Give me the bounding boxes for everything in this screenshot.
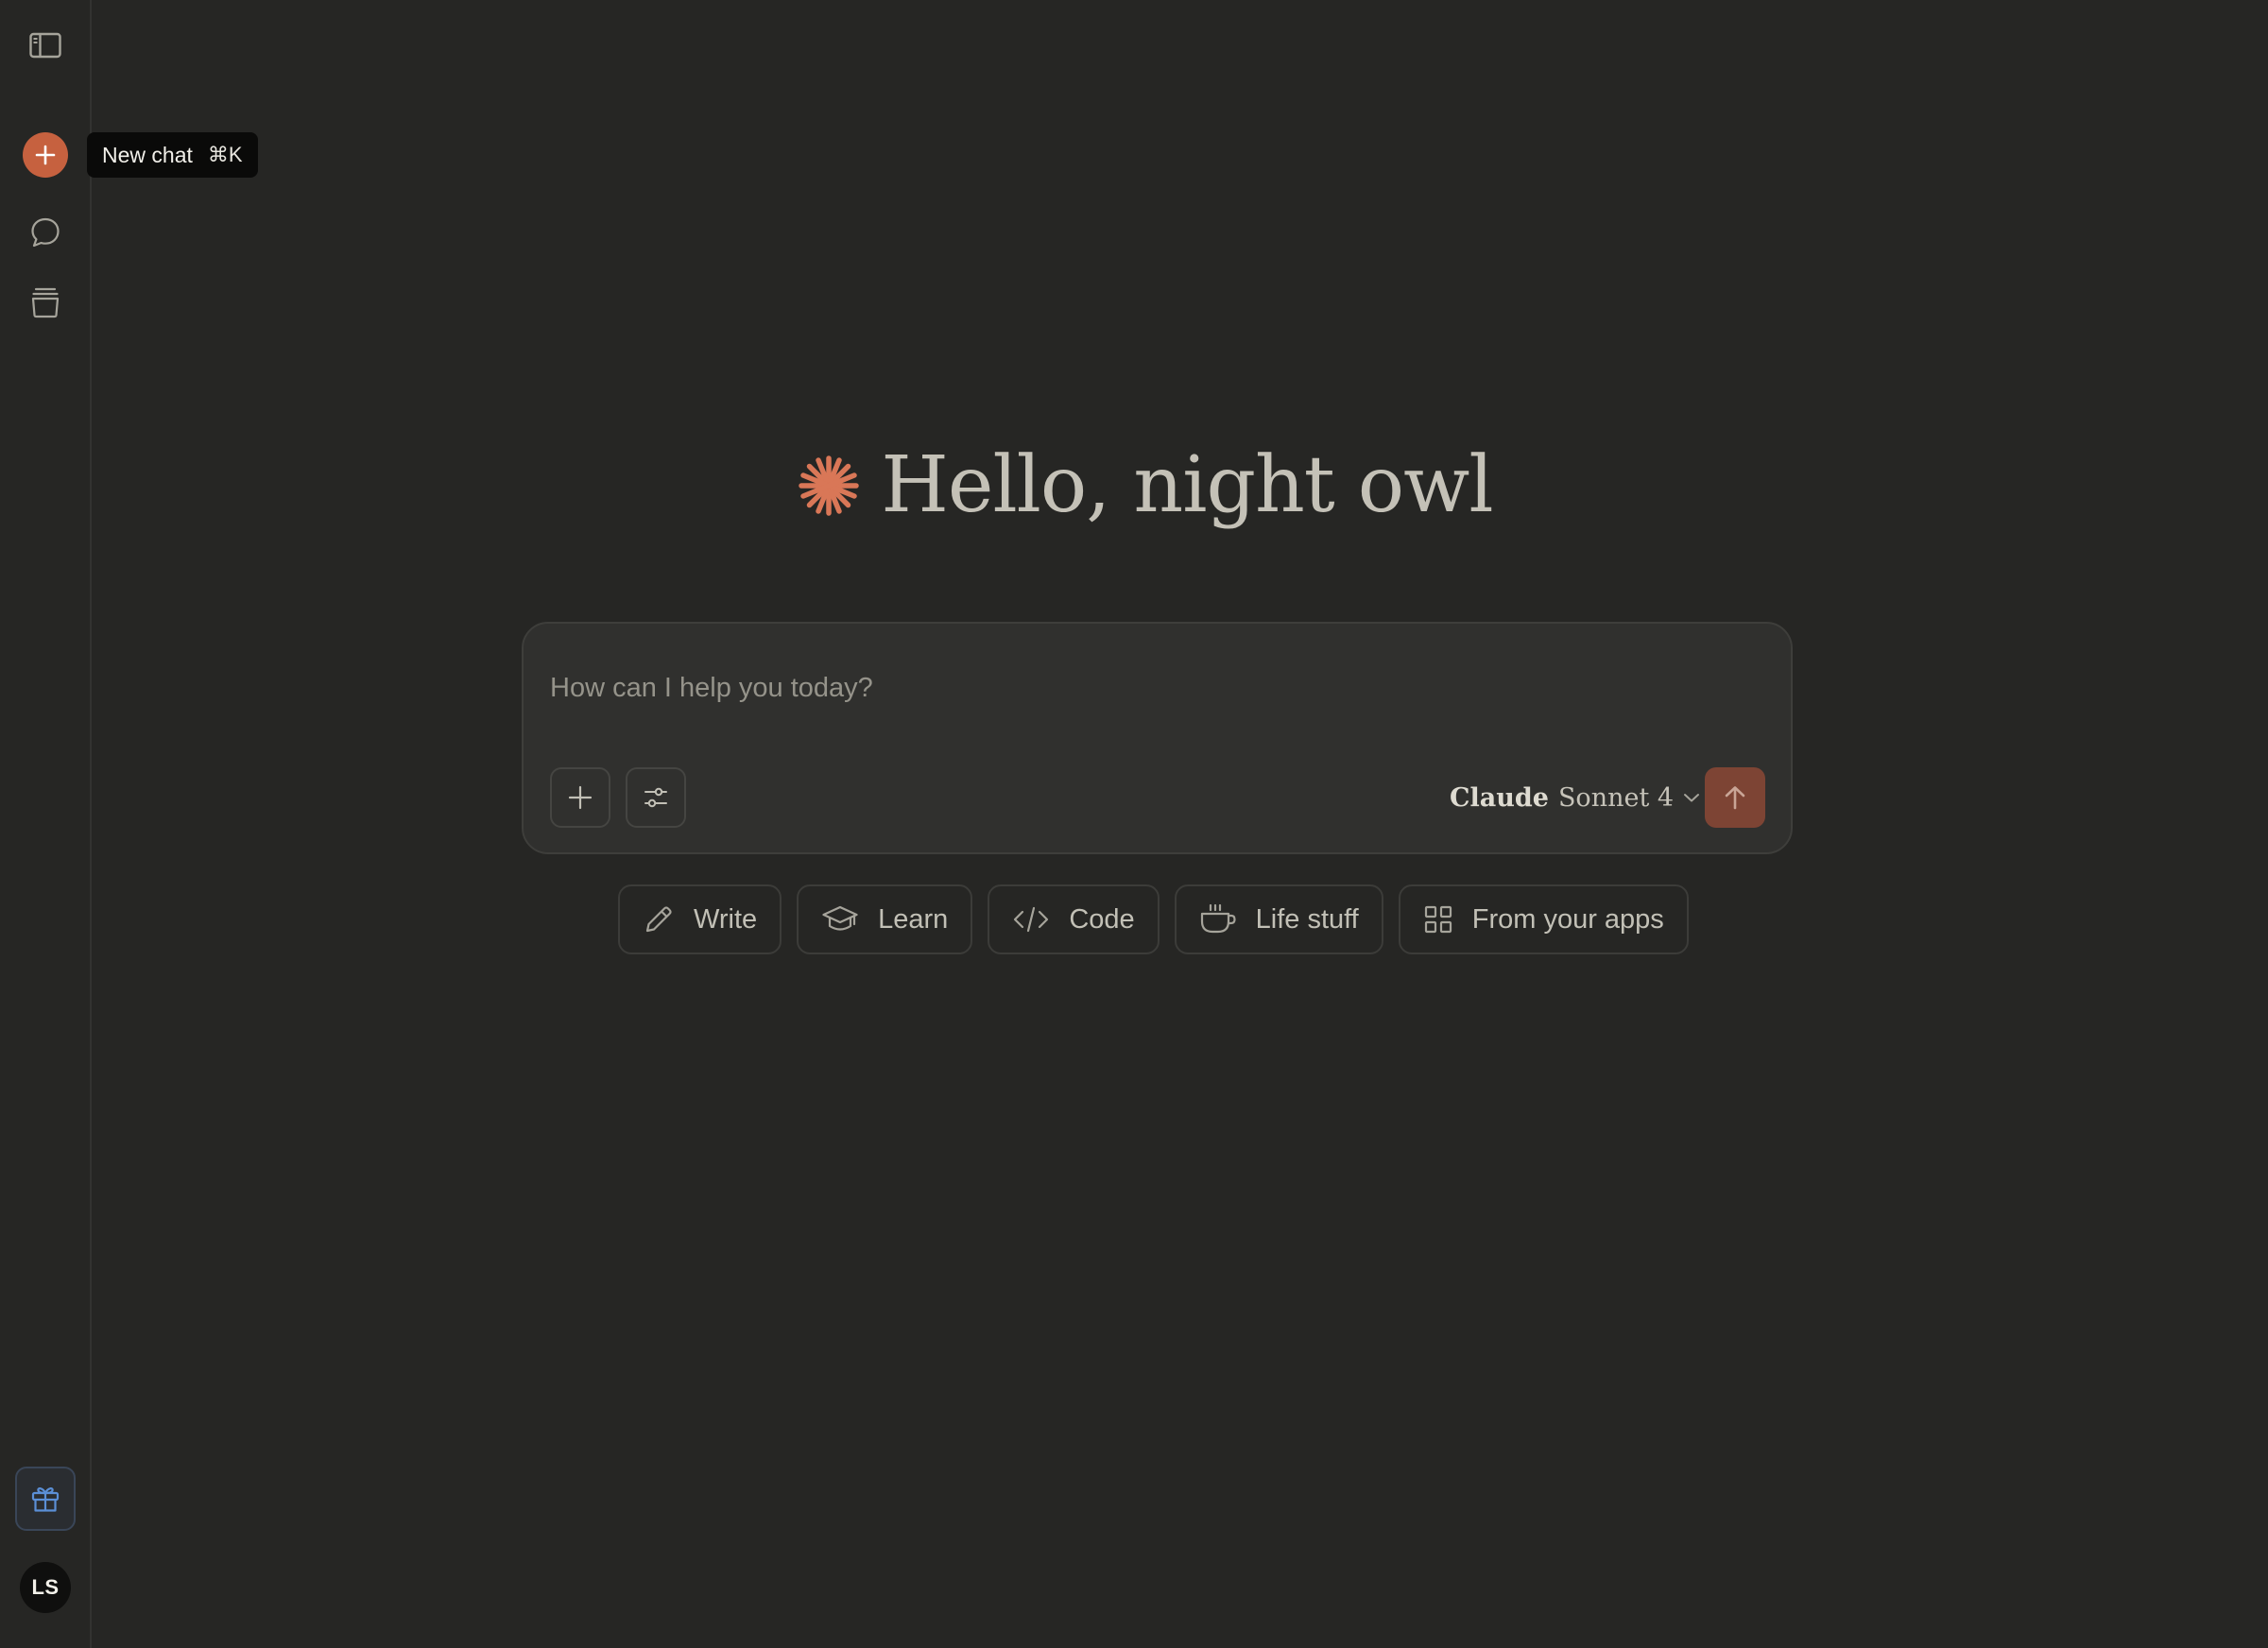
message-input[interactable]	[550, 660, 1760, 716]
model-brand: Claude	[1450, 782, 1549, 813]
suggestion-learn[interactable]: Learn	[797, 884, 973, 954]
sidebar: LS	[0, 0, 92, 1648]
greeting: Hello, night owl	[0, 440, 2268, 530]
add-attachment-button[interactable]	[550, 767, 610, 828]
chats-button[interactable]	[19, 206, 72, 259]
grid-icon	[1424, 905, 1452, 934]
code-icon	[1014, 906, 1049, 933]
suggestion-life-stuff[interactable]: Life stuff	[1174, 884, 1383, 954]
tooltip-shortcut: ⌘K	[207, 143, 243, 166]
gift-icon	[31, 1487, 60, 1512]
chat-bubble-icon	[31, 217, 60, 248]
graduation-cap-icon	[822, 905, 858, 931]
arrow-up-icon	[1725, 786, 1745, 810]
sidebar-toggle-button[interactable]	[19, 19, 72, 72]
suggestion-write[interactable]: Write	[618, 884, 782, 954]
new-chat-button[interactable]	[23, 132, 68, 178]
asterisk-burst-icon	[799, 455, 860, 516]
pencil-icon	[645, 906, 672, 933]
user-avatar[interactable]: LS	[20, 1562, 71, 1613]
send-button[interactable]	[1705, 767, 1765, 828]
gift-button[interactable]	[15, 1467, 76, 1531]
suggestion-code[interactable]: Code	[988, 884, 1160, 954]
plus-icon	[35, 145, 56, 165]
suggestion-chips: Write Learn Code Life stuff From your ap…	[618, 884, 1689, 954]
model-name: Sonnet 4	[1557, 782, 1675, 813]
archive-box-icon	[31, 287, 60, 318]
suggestion-label: Code	[1069, 903, 1135, 935]
chat-composer: Claude Sonnet 4	[522, 622, 1793, 854]
plus-icon	[568, 785, 593, 810]
suggestion-label: Write	[694, 903, 758, 935]
coffee-cup-icon	[1200, 903, 1236, 934]
greeting-text: Hello, night owl	[881, 440, 1493, 530]
suggestion-label: From your apps	[1471, 903, 1664, 935]
chevron-down-icon	[1684, 794, 1700, 802]
projects-button[interactable]	[19, 276, 72, 329]
new-chat-tooltip: New chat ⌘K	[87, 132, 258, 178]
suggestion-from-your-apps[interactable]: From your apps	[1398, 884, 1689, 954]
tooltip-label: New chat	[102, 142, 193, 167]
sidebar-panel-icon	[29, 32, 61, 59]
tools-button[interactable]	[626, 767, 686, 828]
model-selector[interactable]: Claude Sonnet 4	[1450, 773, 1700, 822]
suggestion-label: Learn	[878, 903, 949, 935]
suggestion-label: Life stuff	[1255, 903, 1359, 935]
sliders-icon	[644, 787, 667, 808]
